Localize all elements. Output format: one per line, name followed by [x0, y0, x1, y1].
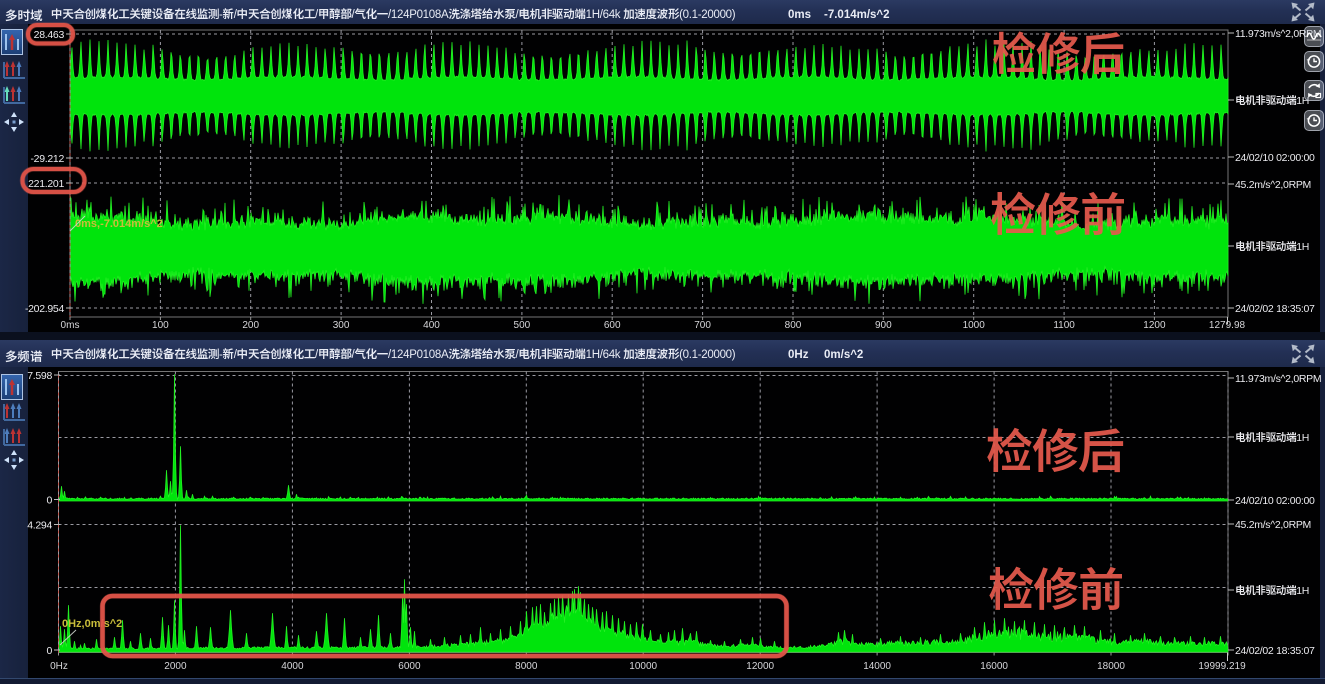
svg-text:检修前: 检修前 [988, 554, 1123, 620]
svg-text:检修后: 检修后 [992, 18, 1124, 83]
svg-text:检修后: 检修后 [986, 413, 1124, 482]
svg-text:检修前: 检修前 [990, 179, 1125, 245]
